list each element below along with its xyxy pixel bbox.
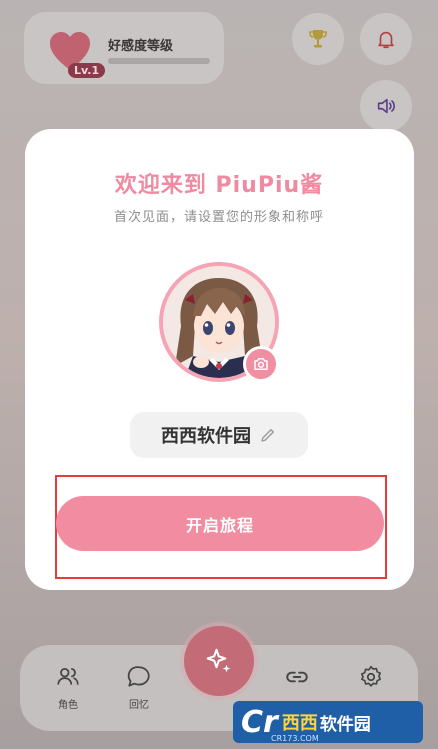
notification-button[interactable] <box>360 13 412 65</box>
speaker-icon <box>377 98 395 114</box>
change-avatar-button[interactable] <box>243 346 279 382</box>
gear-icon <box>360 665 382 687</box>
watermark-brand: 西西 <box>281 713 318 734</box>
nav-link[interactable] <box>272 664 322 694</box>
site-watermark-logo: Cr 西西 软件园 <box>233 701 423 743</box>
bell-icon <box>378 31 394 49</box>
camera-icon <box>254 358 268 370</box>
favor-title: 好感度等级 <box>108 39 174 54</box>
favor-progress-bar <box>108 58 210 64</box>
dialog-title: 欢迎来到 PiuPiu酱 <box>114 173 324 198</box>
people-icon <box>57 668 79 685</box>
nav-role[interactable]: 角色 <box>43 664 93 711</box>
nickname-value: 西西软件园 <box>161 426 251 447</box>
chat-bubble-icon <box>127 666 150 687</box>
level-badge: Lv.1 <box>68 63 106 78</box>
nav-role-label: 角色 <box>58 700 78 711</box>
nav-memory-label: 回忆 <box>129 700 149 711</box>
dialog-subtitle: 首次见面，请设置您的形象和称呼 <box>113 210 324 225</box>
magic-button[interactable] <box>184 626 254 696</box>
link-icon <box>286 671 308 683</box>
nav-settings[interactable] <box>346 664 396 694</box>
sound-button[interactable] <box>360 80 412 132</box>
watermark-text: 软件园 <box>319 714 371 735</box>
sparkle-icon <box>206 648 231 673</box>
trophy-button[interactable] <box>292 13 344 65</box>
start-journey-button[interactable]: 开启旅程 <box>56 496 384 551</box>
watermark-url: CR173.COM <box>271 734 319 743</box>
nav-memory[interactable]: 回忆 <box>114 664 164 711</box>
pencil-icon[interactable] <box>259 426 277 444</box>
trophy-icon <box>309 30 327 48</box>
nickname-field[interactable]: 西西软件园 <box>130 412 308 458</box>
